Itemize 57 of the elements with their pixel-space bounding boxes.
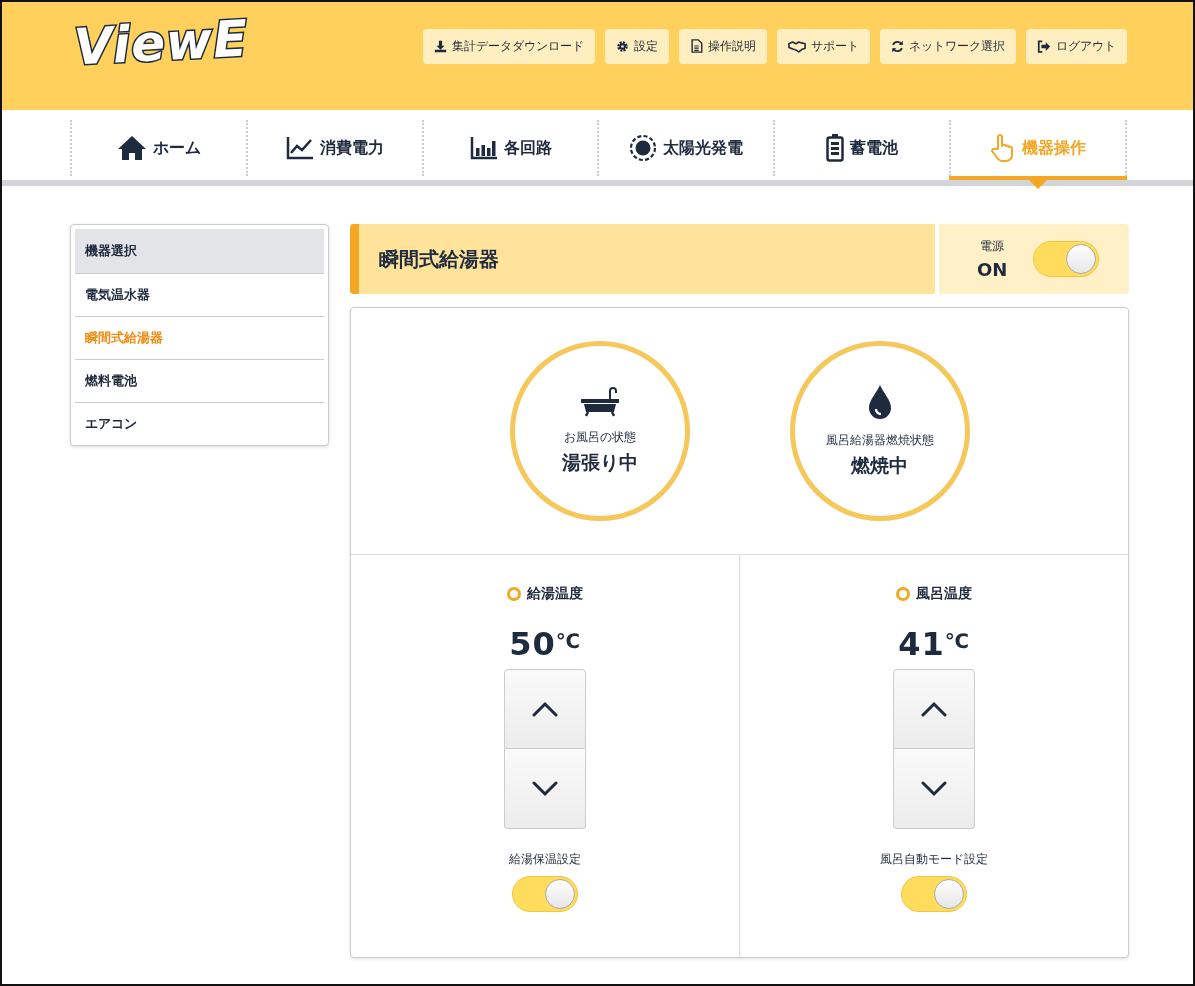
control-label: 風呂温度: [916, 585, 972, 603]
decrease-button[interactable]: [504, 749, 586, 829]
power-state: ON: [977, 259, 1008, 280]
handshake-icon: [788, 39, 806, 53]
download-icon: [434, 39, 447, 53]
toggle-switch[interactable]: [512, 876, 578, 912]
decrease-button[interactable]: [893, 749, 975, 829]
document-icon: [690, 39, 703, 53]
header-button[interactable]: 設定: [605, 28, 669, 64]
refresh-icon: [891, 39, 904, 53]
control-label: 給湯温度: [527, 585, 583, 603]
bathtub-icon: [579, 386, 620, 417]
battery-icon: [826, 134, 845, 162]
sidebar-item[interactable]: エアコン: [75, 402, 324, 445]
logout-icon: [1037, 39, 1051, 53]
increase-button[interactable]: [504, 669, 586, 749]
settings-icon: [616, 39, 629, 53]
device-title: 瞬間式給湯器: [350, 224, 935, 294]
bar-chart-icon: [469, 136, 498, 160]
header-button[interactable]: ログアウト: [1026, 28, 1127, 64]
header-button[interactable]: ネットワーク選択: [880, 28, 1016, 64]
bullet-icon: [507, 587, 521, 601]
sidebar-title: 機器選択: [75, 229, 324, 273]
chevron-up-icon: [532, 701, 558, 717]
nav-tab[interactable]: 蓄電池: [773, 120, 950, 176]
bullet-icon: [896, 587, 910, 601]
water-drop-icon: [866, 383, 893, 420]
nav-tab[interactable]: 各回路: [421, 120, 598, 176]
temperature-unit: ℃: [944, 629, 970, 653]
chevron-up-icon: [921, 701, 947, 717]
increase-button[interactable]: [893, 669, 975, 749]
status-label: お風呂の状態: [563, 428, 636, 446]
temperature-unit: ℃: [555, 629, 581, 653]
nav-tab[interactable]: 太陽光発電: [597, 120, 774, 176]
chevron-down-icon: [921, 780, 947, 797]
toggle-switch[interactable]: [901, 876, 967, 912]
sidebar-item[interactable]: 電気温水器: [75, 273, 324, 316]
chevron-down-icon: [532, 780, 558, 797]
setting-label: 風呂自動モード設定: [880, 851, 988, 868]
header-button[interactable]: 操作説明: [679, 28, 767, 64]
temperature-value: 41: [898, 625, 945, 663]
nav-tab[interactable]: ホーム: [70, 120, 246, 176]
status-value: 燃焼中: [851, 452, 908, 478]
sidebar-item[interactable]: 燃料電池: [75, 359, 324, 402]
nav-tab[interactable]: 消費電力: [245, 120, 422, 176]
header-button[interactable]: 集計データダウンロード: [423, 28, 595, 64]
toggle-switch[interactable]: [1033, 241, 1100, 277]
power-label: 電源: [980, 238, 1005, 255]
logo: ViewE: [72, 9, 250, 77]
setting-label: 給湯保温設定: [509, 851, 581, 868]
status-label: 風呂給湯器燃焼状態: [825, 431, 934, 449]
line-chart-icon: [285, 136, 314, 160]
home-icon: [116, 135, 147, 161]
status-value: 湯張り中: [561, 449, 638, 475]
temperature-value: 50: [509, 625, 556, 663]
sun-icon: [629, 134, 658, 162]
header-button[interactable]: サポート: [777, 28, 870, 64]
